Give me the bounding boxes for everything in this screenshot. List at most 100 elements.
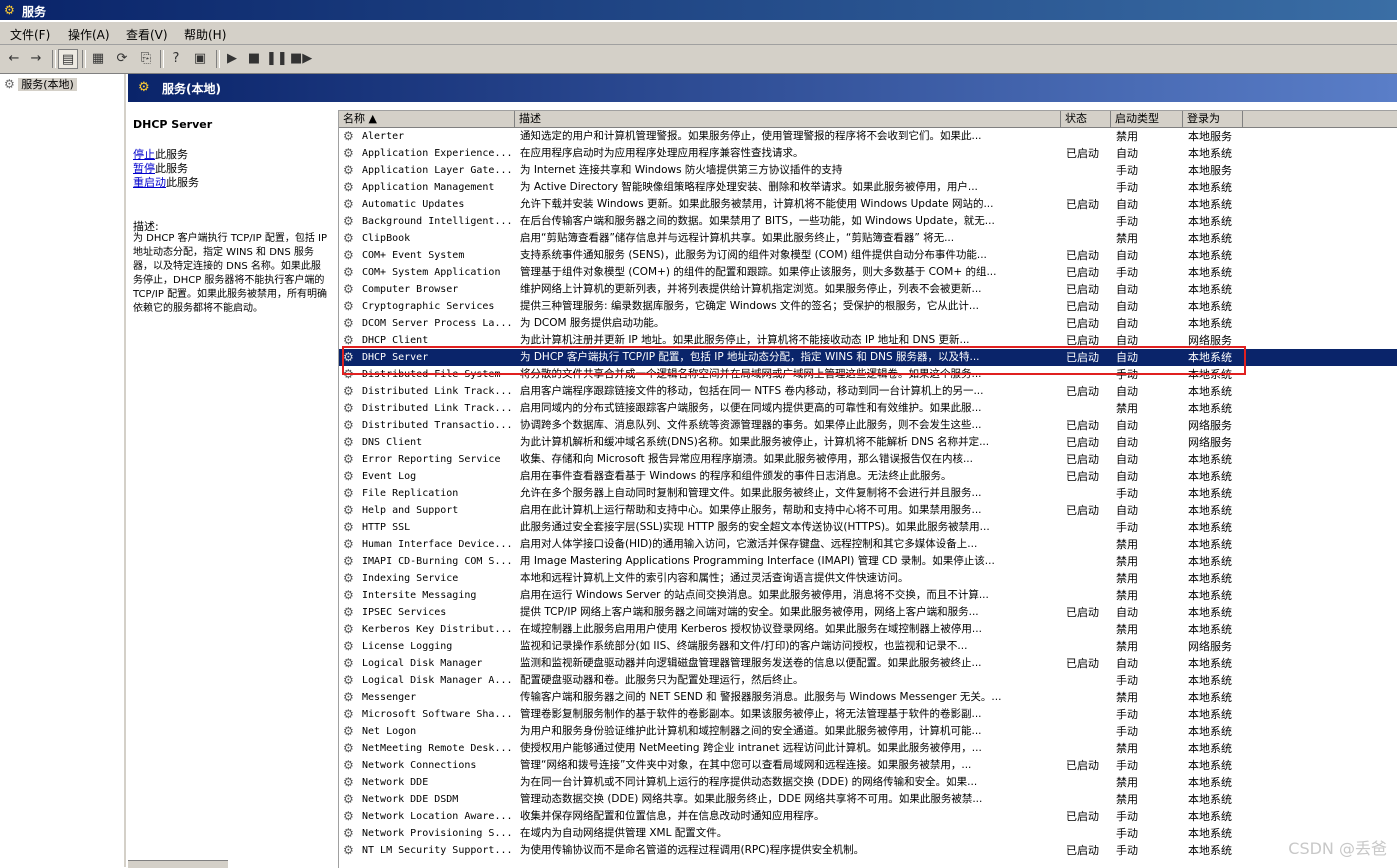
service-log-on-cell: 本地系统 — [1188, 502, 1244, 519]
refresh-icon[interactable]: ⟳ — [112, 49, 132, 69]
service-gear-icon: ⚙ — [343, 604, 359, 621]
tree-item-services-local[interactable]: ⚙ 服务(本地) — [4, 76, 77, 92]
table-row[interactable]: ⚙Distributed File System将分散的文件共享合并成一个逻辑名… — [339, 366, 1397, 383]
service-startup-type-cell: 手动 — [1116, 162, 1182, 179]
show-hide-tree-icon[interactable]: ▤ — [58, 49, 78, 69]
stop-service-link[interactable]: 停止 — [133, 148, 155, 161]
table-row[interactable]: ⚙DHCP Server为 DHCP 客户端执行 TCP/IP 配置，包括 IP… — [339, 349, 1397, 366]
table-row[interactable]: ⚙Background Intelligent...在后台传输客户端和服务器之间… — [339, 213, 1397, 230]
table-row[interactable]: ⚙Messenger传输客户端和服务器之间的 NET SEND 和 警报器服务消… — [339, 689, 1397, 706]
table-row[interactable]: ⚙IPSEC Services提供 TCP/IP 网络上客户端和服务器之间端对端… — [339, 604, 1397, 621]
toolbar-separator — [216, 50, 220, 68]
table-row[interactable]: ⚙Network Location Aware...收集并保存网络配置和位置信息… — [339, 808, 1397, 825]
table-row[interactable]: ⚙Network DDE DSDM管理动态数据交换 (DDE) 网络共享。如果此… — [339, 791, 1397, 808]
table-row[interactable]: ⚙Distributed Link Track...启用客户端程序跟踪链接文件的… — [339, 383, 1397, 400]
console-tree-icon[interactable]: ▣ — [190, 49, 210, 69]
table-row[interactable]: ⚙DCOM Server Process La...为 DCOM 服务提供启动功… — [339, 315, 1397, 332]
service-name-cell: IMAPI CD-Burning COM S... — [362, 553, 512, 570]
service-status-cell: 已启动 — [1066, 451, 1110, 468]
table-row[interactable]: ⚙Logical Disk Manager A...配置硬盘驱动器和卷。此服务只… — [339, 672, 1397, 689]
menu-view[interactable]: 查看(V) — [126, 26, 168, 43]
service-log-on-cell: 本地系统 — [1188, 145, 1244, 162]
table-row[interactable]: ⚙Event Log启用在事件查看器查看基于 Windows 的程序和组件颁发的… — [339, 468, 1397, 485]
service-name-cell: Distributed Transactio... — [362, 417, 512, 434]
service-startup-type-cell: 自动 — [1116, 604, 1182, 621]
start-service-icon[interactable]: ▶ — [222, 49, 242, 69]
table-row[interactable]: ⚙Application Layer Gate...为 Internet 连接共… — [339, 162, 1397, 179]
table-row[interactable]: ⚙Microsoft Software Sha...管理卷影复制服务制作的基于软… — [339, 706, 1397, 723]
services-list[interactable]: 名称 ▲ 描述 状态 启动类型 登录为 ⚙Alerter通知选定的用户和计算机管… — [338, 110, 1397, 868]
restart-service-link[interactable]: 重启动 — [133, 176, 166, 189]
services-app-icon: ⚙ — [4, 3, 15, 17]
action-suffix: 此服务 — [166, 176, 199, 189]
service-status-cell: 已启动 — [1066, 808, 1110, 825]
table-row[interactable]: ⚙Alerter通知选定的用户和计算机管理警报。如果服务停止，使用管理警报的程序… — [339, 128, 1397, 145]
table-row[interactable]: ⚙Net Logon为用户和服务身份验证维护此计算机和域控制器之间的安全通道。如… — [339, 723, 1397, 740]
table-row[interactable]: ⚙License Logging监视和记录操作系统部分(如 IIS、终端服务器和… — [339, 638, 1397, 655]
service-gear-icon: ⚙ — [343, 672, 359, 689]
table-row[interactable]: ⚙Application Experience...在应用程序启动时为应用程序处… — [339, 145, 1397, 162]
export-list-icon[interactable]: ⎘ — [136, 49, 156, 69]
table-row[interactable]: ⚙DHCP Client为此计算机注册并更新 IP 地址。如果此服务停止，计算机… — [339, 332, 1397, 349]
properties-icon[interactable]: ▦ — [88, 49, 108, 69]
title-bar: ⚙ 服务 — [0, 0, 1397, 20]
service-gear-icon: ⚙ — [343, 264, 359, 281]
table-row[interactable]: ⚙Intersite Messaging启用在运行 Windows Server… — [339, 587, 1397, 604]
column-header-startup-type[interactable]: 启动类型 — [1111, 111, 1183, 127]
column-header-log-on-as[interactable]: 登录为 — [1183, 111, 1243, 127]
table-row[interactable]: ⚙HTTP SSL此服务通过安全套接字层(SSL)实现 HTTP 服务的安全超文… — [339, 519, 1397, 536]
table-row[interactable]: ⚙IMAPI CD-Burning COM S...用 Image Master… — [339, 553, 1397, 570]
back-icon[interactable]: ← — [4, 49, 24, 69]
table-row[interactable]: ⚙Automatic Updates允许下载并安装 Windows 更新。如果此… — [339, 196, 1397, 213]
forward-icon[interactable]: → — [26, 49, 46, 69]
menu-action[interactable]: 操作(A) — [68, 26, 110, 43]
table-row[interactable]: ⚙Application Management为 Active Director… — [339, 179, 1397, 196]
table-row[interactable]: ⚙NT LM Security Support...为使用传输协议而不是命名管道… — [339, 842, 1397, 859]
watermark: CSDN @丢爸 — [1288, 835, 1387, 859]
table-row[interactable]: ⚙Distributed Link Track...启用同域内的分布式链接跟踪客… — [339, 400, 1397, 417]
table-row[interactable]: ⚙File Replication允许在多个服务器上自动同时复制和管理文件。如果… — [339, 485, 1397, 502]
table-row[interactable]: ⚙Help and Support启用在此计算机上运行帮助和支持中心。如果停止服… — [339, 502, 1397, 519]
table-row[interactable]: ⚙Error Reporting Service收集、存储和向 Microsof… — [339, 451, 1397, 468]
column-header-description[interactable]: 描述 — [515, 111, 1061, 127]
restart-service-icon[interactable]: ■▶ — [290, 49, 310, 69]
table-row[interactable]: ⚙DNS Client为此计算机解析和缓冲域名系统(DNS)名称。如果此服务被停… — [339, 434, 1397, 451]
table-row[interactable]: ⚙ClipBook启用“剪贴簿查看器”储存信息并与远程计算机共享。如果此服务终止… — [339, 230, 1397, 247]
service-name-cell: Microsoft Software Sha... — [362, 706, 512, 723]
column-header-status[interactable]: 状态 — [1061, 111, 1111, 127]
stop-service-icon[interactable]: ■ — [244, 49, 264, 69]
table-row[interactable]: ⚙Distributed Transactio...协调跨多个数据库、消息队列、… — [339, 417, 1397, 434]
window-title: 服务 — [22, 3, 46, 20]
service-description-cell: 为在同一台计算机或不同计算机上运行的程序提供动态数据交换 (DDE) 的网络传输… — [520, 774, 1056, 791]
table-row[interactable]: ⚙COM+ System Application管理基于组件对象模型 (COM+… — [339, 264, 1397, 281]
table-row[interactable]: ⚙Logical Disk Manager监测和监视新硬盘驱动器并向逻辑磁盘管理… — [339, 655, 1397, 672]
service-description-cell: 为 Active Directory 智能映像组策略程序处理安装、删除和枚举请求… — [520, 179, 1056, 196]
service-status-cell: 已启动 — [1066, 383, 1110, 400]
service-name-cell: Intersite Messaging — [362, 587, 512, 604]
table-row[interactable]: ⚙Network Provisioning S...在域内为自动网络提供管理 X… — [339, 825, 1397, 842]
table-row[interactable]: ⚙Network Connections管理“网络和拨号连接”文件夹中对象，在其… — [339, 757, 1397, 774]
service-gear-icon: ⚙ — [343, 553, 359, 570]
service-status-cell: 已启动 — [1066, 145, 1110, 162]
help-icon[interactable]: ? — [166, 49, 186, 69]
service-startup-type-cell: 手动 — [1116, 213, 1182, 230]
service-gear-icon: ⚙ — [343, 536, 359, 553]
column-header-name[interactable]: 名称 ▲ — [339, 111, 515, 127]
menu-help[interactable]: 帮助(H) — [184, 26, 226, 43]
service-description-cell: 在域控制器上此服务启用用户使用 Kerberos 授权协议登录网络。如果此服务在… — [520, 621, 1056, 638]
service-log-on-cell: 网络服务 — [1188, 638, 1244, 655]
table-row[interactable]: ⚙COM+ Event System支持系统事件通知服务 (SENS)，此服务为… — [339, 247, 1397, 264]
table-row[interactable]: ⚙Computer Browser维护网络上计算机的更新列表，并将列表提供给计算… — [339, 281, 1397, 298]
table-row[interactable]: ⚙Indexing Service本地和远程计算机上文件的索引内容和属性；通过灵… — [339, 570, 1397, 587]
table-row[interactable]: ⚙Kerberos Key Distribut...在域控制器上此服务启用用户使… — [339, 621, 1397, 638]
service-description-cell: 启用在运行 Windows Server 的站点间交换消息。如果此服务被停用，消… — [520, 587, 1056, 604]
table-row[interactable]: ⚙Network DDE为在同一台计算机或不同计算机上运行的程序提供动态数据交换… — [339, 774, 1397, 791]
service-gear-icon: ⚙ — [343, 128, 359, 145]
pause-service-icon[interactable]: ❚❚ — [266, 49, 286, 69]
service-description-cell: 允许下载并安装 Windows 更新。如果此服务被禁用，计算机将不能使用 Win… — [520, 196, 1056, 213]
table-row[interactable]: ⚙Human Interface Device...启用对人体学接口设备(HID… — [339, 536, 1397, 553]
menu-file[interactable]: 文件(F) — [10, 26, 50, 43]
pause-service-link[interactable]: 暂停 — [133, 162, 155, 175]
table-row[interactable]: ⚙NetMeeting Remote Desk...使授权用户能够通过使用 Ne… — [339, 740, 1397, 757]
table-row[interactable]: ⚙Cryptographic Services提供三种管理服务: 编录数据库服务… — [339, 298, 1397, 315]
